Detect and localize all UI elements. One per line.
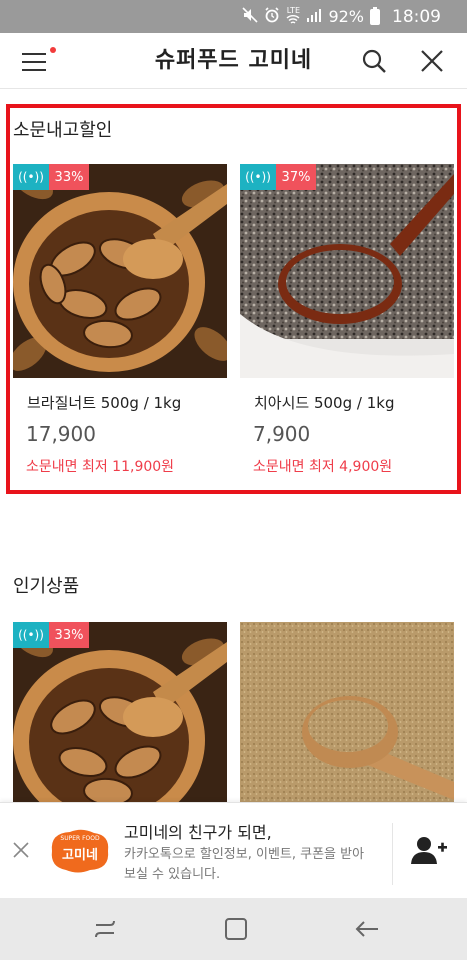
kakao-friend-banner: SUPER FOOD 고미네 고미네의 친구가 되면, 카카오톡으로 할인정보,… (0, 802, 467, 898)
home-icon (225, 918, 247, 940)
product-name: 브라질너트 500g / 1kg (27, 394, 182, 412)
divider (392, 823, 393, 885)
signal-icon (306, 8, 322, 25)
banner-description: 카카오톡으로 할인정보, 이벤트, 쿠폰을 받아보실 수 있습니다. (124, 847, 365, 882)
product-image-brazil-nut (13, 164, 227, 378)
status-bar: LTE 92% 18:09 (0, 0, 467, 33)
lte-wifi-icon: LTE (286, 5, 301, 27)
app-header: 슈퍼푸드 고미네 (0, 33, 467, 89)
broadcast-icon: ((•)) (240, 164, 276, 190)
broadcast-icon: ((•)) (13, 164, 49, 190)
alarm-icon (264, 7, 280, 26)
logo-text: 고미네 (62, 848, 98, 863)
search-icon (362, 49, 386, 73)
section-title: 인기상품 (13, 576, 80, 597)
clock: 18:09 (392, 6, 441, 27)
discount-percent: 37% (276, 164, 316, 190)
product-price: 17,900 (26, 422, 96, 446)
lte-label: LTE (286, 5, 301, 15)
hamburger-bar (22, 61, 46, 63)
home-button[interactable] (221, 914, 251, 944)
product-sale-text: 소문내면 최저 4,900원 (253, 459, 393, 475)
banner-title: 고미네의 친구가 되면, (124, 823, 272, 842)
add-friend-icon (411, 837, 447, 864)
battery-percent: 92% (328, 7, 364, 26)
discount-percent: 33% (49, 164, 89, 190)
notification-dot (50, 47, 56, 53)
add-friend-button[interactable] (408, 833, 448, 869)
page-title: 슈퍼푸드 고미네 (154, 48, 313, 73)
search-button[interactable] (360, 47, 388, 75)
product-image-chia-seed (240, 164, 454, 378)
discount-badge: ((•)) 33% (13, 622, 89, 648)
battery-icon (370, 6, 380, 25)
product-card-chia-seed[interactable]: ((•)) 37% 치아시드 500g / 1kg 7,900 소문내면 최저 … (240, 164, 454, 484)
discount-badge: ((•)) 33% (13, 164, 89, 190)
product-name: 치아시드 500g / 1kg (254, 394, 395, 412)
close-icon (421, 50, 443, 72)
gomine-logo: SUPER FOOD 고미네 (48, 827, 112, 875)
mute-icon (242, 7, 259, 26)
hamburger-bar (22, 69, 46, 71)
back-button[interactable] (352, 914, 382, 944)
broadcast-icon: ((•)) (13, 622, 49, 648)
discount-percent: 33% (49, 622, 89, 648)
discount-badge: ((•)) 37% (240, 164, 316, 190)
product-price: 7,900 (253, 422, 311, 446)
section-title: 소문내고할인 (13, 120, 113, 141)
hamburger-icon (22, 53, 46, 55)
system-nav-bar (0, 898, 467, 960)
product-card-brazil-nut[interactable]: ((•)) 33% 브라질너트 500g / 1kg 17,900 소문내면 최… (13, 164, 227, 484)
close-icon (13, 842, 29, 858)
banner-close-button[interactable] (8, 837, 34, 863)
logo-small-text: SUPER FOOD (60, 835, 100, 842)
recent-apps-icon (95, 920, 115, 938)
recent-apps-button[interactable] (90, 914, 120, 944)
menu-button[interactable] (20, 47, 56, 75)
back-icon (355, 921, 378, 937)
close-button[interactable] (418, 47, 446, 75)
product-sale-text: 소문내면 최저 11,900원 (26, 459, 175, 475)
